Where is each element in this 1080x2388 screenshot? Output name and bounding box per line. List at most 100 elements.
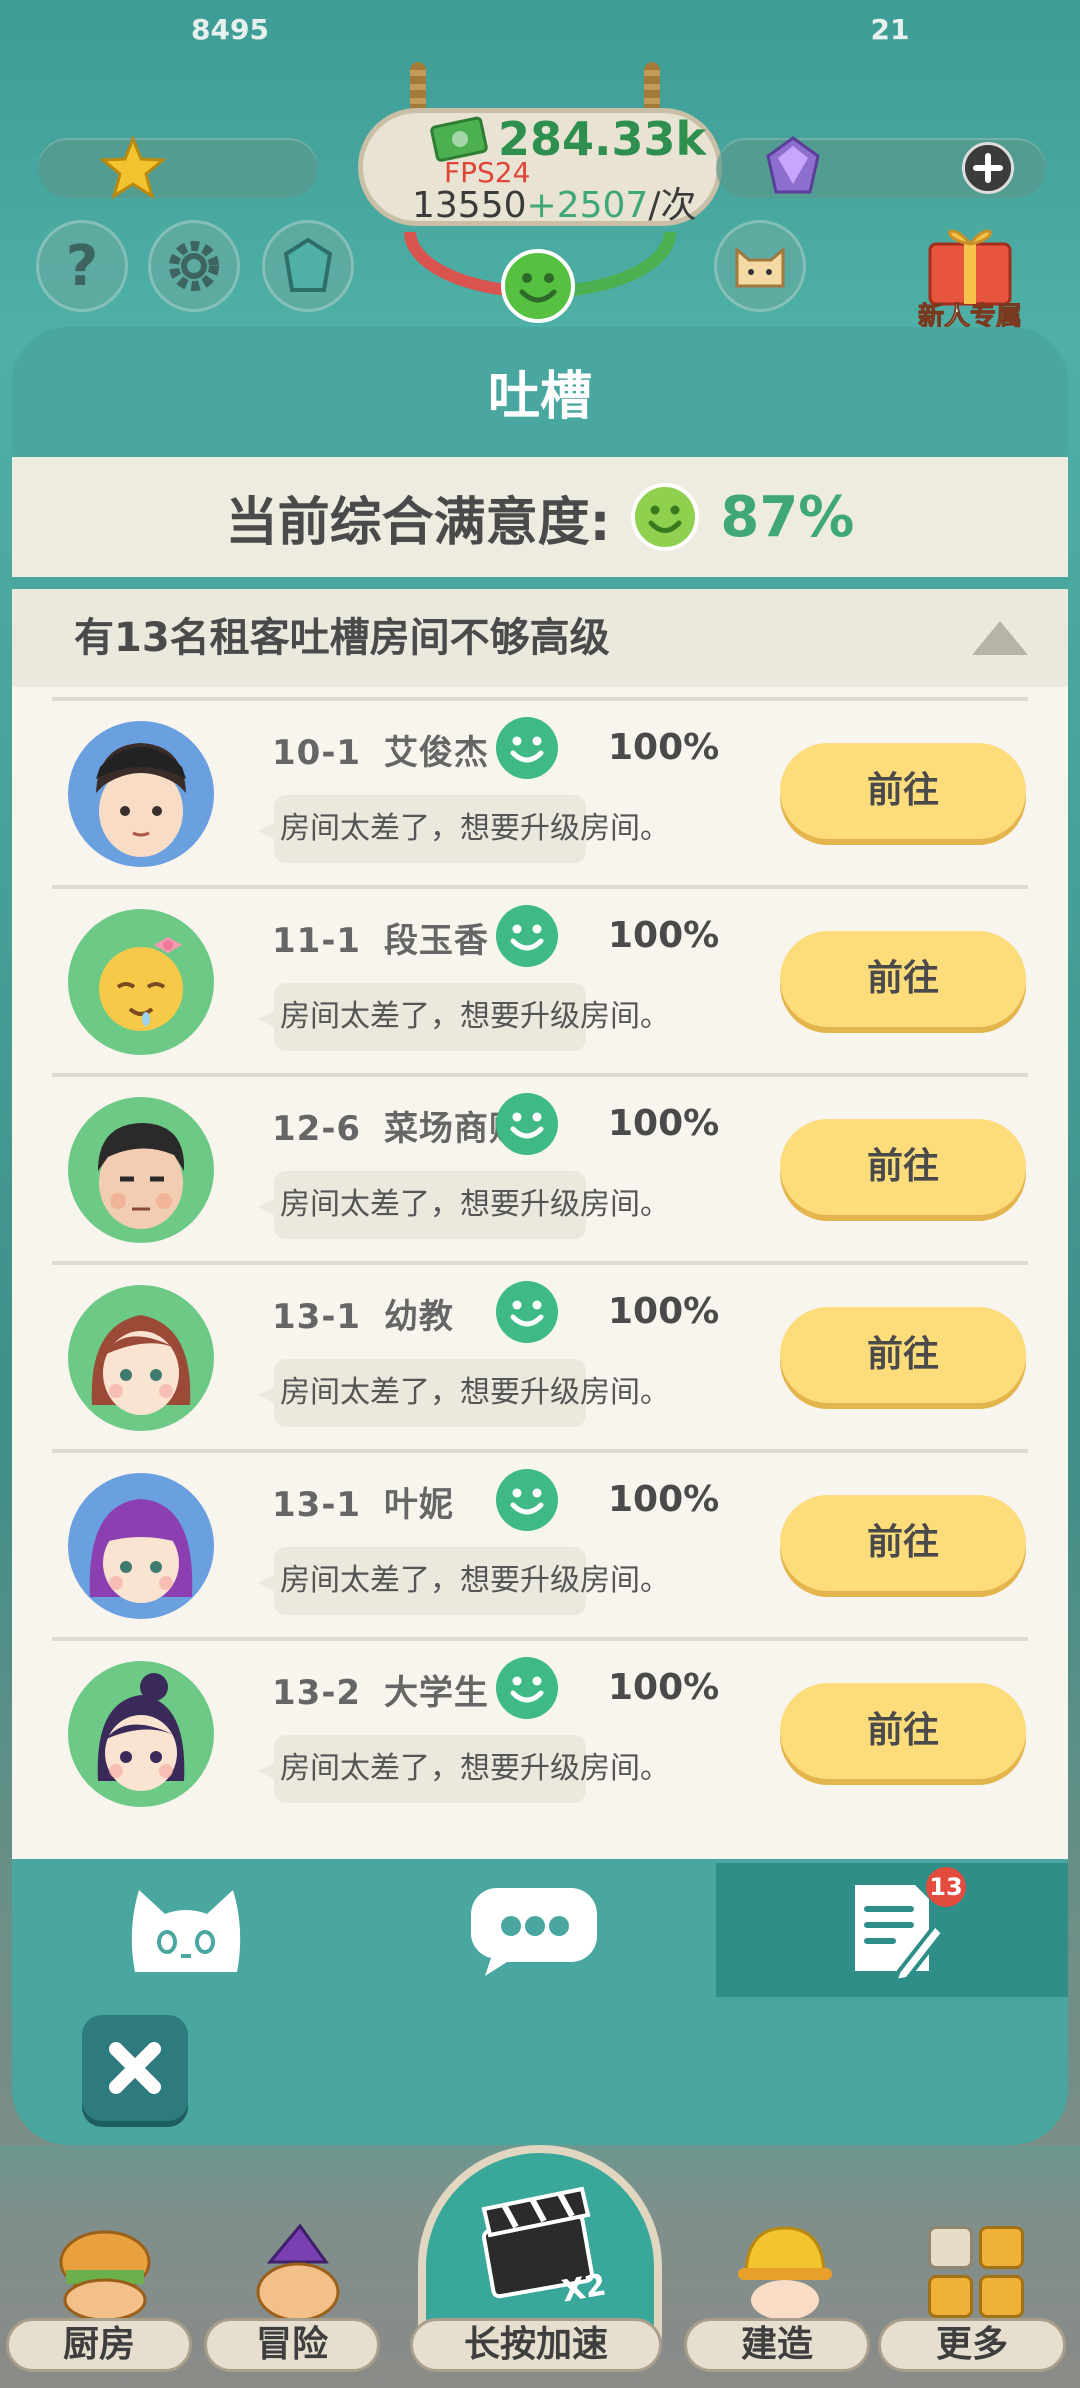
complaint-bubble: 房间太差了，想要升级房间。 bbox=[258, 983, 670, 1051]
tab-complaints[interactable]: 13 bbox=[716, 1863, 1068, 1997]
tenant-unit: 13-1 bbox=[272, 1297, 362, 1337]
more-button[interactable]: 更多 bbox=[878, 2318, 1066, 2372]
go-button[interactable]: 前往 bbox=[780, 931, 1026, 1027]
go-button[interactable]: 前往 bbox=[780, 1495, 1026, 1591]
tenant-satisfaction: 100% bbox=[608, 915, 720, 956]
avatar bbox=[68, 1661, 214, 1807]
tenant-smile-icon bbox=[496, 1657, 558, 1719]
avatar bbox=[68, 1473, 214, 1619]
tenant-unit: 13-1 bbox=[272, 1485, 362, 1525]
complaints-badge: 13 bbox=[926, 1867, 966, 1907]
tenant-unit: 13-2 bbox=[272, 1673, 362, 1713]
go-button[interactable]: 前往 bbox=[780, 743, 1026, 839]
avatar bbox=[68, 721, 214, 867]
settings-button[interactable] bbox=[148, 220, 240, 312]
close-button[interactable] bbox=[82, 2015, 188, 2121]
tenant-avatar-icon bbox=[97, 1673, 185, 1791]
tenant-row: 13-2 大学生 100% 房间太差了，想要升级房间。 前往 bbox=[52, 1637, 1028, 1825]
avatar bbox=[68, 909, 214, 1055]
collapse-arrow-icon[interactable] bbox=[972, 621, 1028, 655]
chat-bubble-icon bbox=[471, 1888, 597, 1976]
tenant-row: 10-1 艾俊杰 100% 房间太差了，想要升级房间。 前往 bbox=[52, 697, 1028, 885]
tenant-avatar-icon bbox=[98, 1123, 185, 1229]
complaint-bubble: 房间太差了，想要升级房间。 bbox=[258, 1171, 670, 1239]
hud-smile-icon bbox=[501, 249, 575, 323]
tenant-unit: 12-6 bbox=[272, 1109, 362, 1149]
tenant-name: 幼教 bbox=[383, 1297, 454, 1337]
crystal-icon bbox=[283, 237, 333, 292]
crystal-button[interactable] bbox=[262, 220, 354, 312]
income-unit: /次 bbox=[648, 185, 697, 226]
tenant-satisfaction: 100% bbox=[608, 1291, 720, 1332]
tenant-unit-name: 13-2 大学生 bbox=[272, 1665, 489, 1714]
gems-count: 21 bbox=[870, 13, 910, 46]
tenant-smile-icon bbox=[496, 905, 558, 967]
plus-icon bbox=[973, 153, 1003, 183]
tenant-name: 叶妮 bbox=[383, 1485, 454, 1525]
tenant-smile-icon bbox=[496, 1281, 558, 1343]
tenant-name: 段玉香 bbox=[383, 921, 489, 961]
stars-count: 8495 bbox=[191, 13, 269, 46]
tenant-name: 大学生 bbox=[383, 1673, 489, 1713]
tenant-satisfaction: 100% bbox=[608, 1103, 720, 1144]
satisfaction-value: 87% bbox=[720, 484, 855, 550]
tenant-row: 11-1 段玉香 100% 房间太差了，想要升级房间。 前往 bbox=[52, 885, 1028, 1073]
overall-satisfaction: 当前综合满意度: 87% bbox=[12, 457, 1068, 577]
complaints-dialog: 吐槽 当前综合满意度: 87% 有13名租客吐槽房间不够高级 10-1 艾俊杰 … bbox=[12, 327, 1068, 2145]
help-button[interactable]: ? bbox=[36, 220, 128, 312]
tenant-smile-icon bbox=[496, 717, 558, 779]
tab-chat[interactable] bbox=[360, 1863, 708, 1997]
tenant-row: 13-1 幼教 100% 房间太差了，想要升级房间。 前往 bbox=[52, 1261, 1028, 1449]
go-button[interactable]: 前往 bbox=[780, 1307, 1026, 1403]
complaint-bubble: 房间太差了，想要升级房间。 bbox=[258, 1547, 670, 1615]
tenant-unit: 10-1 bbox=[272, 733, 362, 773]
cat-face-icon bbox=[131, 1890, 241, 1972]
tenant-row: 13-1 叶妮 100% 房间太差了，想要升级房间。 前往 bbox=[52, 1449, 1028, 1637]
go-button[interactable]: 前往 bbox=[780, 1683, 1026, 1779]
complaint-list-panel: 有13名租客吐槽房间不够高级 10-1 艾俊杰 100% 房间太差了，想要升级房… bbox=[12, 589, 1068, 1859]
speed-up-button[interactable]: 长按加速 bbox=[410, 2318, 662, 2372]
star-icon bbox=[100, 136, 166, 200]
cat-headset-icon bbox=[735, 246, 785, 288]
satisfaction-label: 当前综合满意度: bbox=[225, 492, 611, 553]
go-button[interactable]: 前往 bbox=[780, 1119, 1026, 1215]
tenant-unit-name: 10-1 艾俊杰 bbox=[272, 725, 489, 774]
newbie-gift-button[interactable]: 新人专属 bbox=[900, 218, 1040, 333]
complaint-section-title: 有13名租客吐槽房间不够高级 bbox=[74, 615, 610, 661]
tenant-smile-icon bbox=[496, 1469, 558, 1531]
gear-icon bbox=[169, 241, 219, 291]
tenant-unit: 11-1 bbox=[272, 921, 362, 961]
kitchen-button[interactable]: 厨房 bbox=[6, 2318, 192, 2372]
complaint-bubble: 房间太差了，想要升级房间。 bbox=[258, 1735, 670, 1803]
kitchen-cat-icon bbox=[59, 2230, 151, 2322]
tenant-satisfaction: 100% bbox=[608, 1667, 720, 1708]
dialog-title: 吐槽 bbox=[487, 367, 592, 427]
tenant-satisfaction: 100% bbox=[608, 727, 720, 768]
build-button[interactable]: 建造 bbox=[684, 2318, 870, 2372]
complaint-bubble: 房间太差了，想要升级房间。 bbox=[258, 795, 670, 863]
tenant-satisfaction: 100% bbox=[608, 1479, 720, 1520]
gift-icon bbox=[928, 229, 1012, 306]
more-grid-icon bbox=[928, 2226, 1024, 2318]
tenant-avatar-icon bbox=[96, 743, 186, 857]
tenant-unit-name: 11-1 段玉香 bbox=[272, 913, 489, 962]
tab-tenants[interactable] bbox=[12, 1863, 360, 1997]
tenant-avatar-icon bbox=[91, 1315, 191, 1415]
satisfaction-smile-icon bbox=[631, 483, 700, 551]
question-icon: ? bbox=[65, 233, 99, 299]
adventure-cat-icon bbox=[256, 2223, 340, 2322]
cat-service-button[interactable] bbox=[714, 220, 806, 312]
complaint-section-header[interactable]: 有13名租客吐槽房间不够高级 bbox=[12, 589, 1068, 687]
avatar bbox=[68, 1097, 214, 1243]
speed-multiplier: X2 bbox=[559, 2267, 609, 2310]
close-icon bbox=[109, 2042, 161, 2094]
add-gems-button[interactable] bbox=[962, 142, 1014, 194]
gem-icon bbox=[766, 136, 820, 194]
income-bonus: +2507 bbox=[526, 185, 649, 226]
tenant-unit-name: 12-6 菜场商贩 bbox=[272, 1101, 524, 1150]
build-worker-icon bbox=[738, 2226, 832, 2320]
complaint-bubble: 房间太差了，想要升级房间。 bbox=[258, 1359, 670, 1427]
tenant-smile-icon bbox=[496, 1093, 558, 1155]
tenant-avatar-icon bbox=[99, 937, 183, 1031]
adventure-button[interactable]: 冒险 bbox=[204, 2318, 380, 2372]
